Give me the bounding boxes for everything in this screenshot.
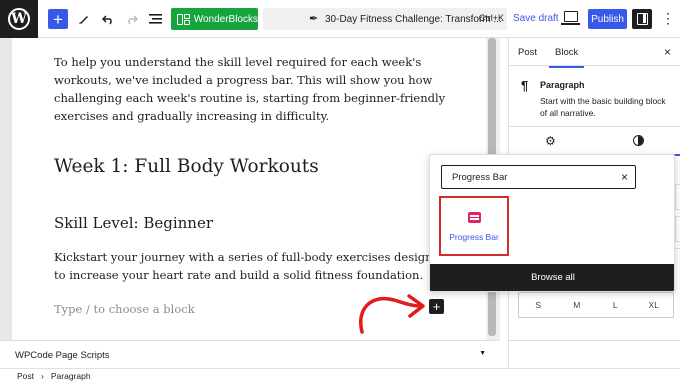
save-draft-button[interactable]: Save draft xyxy=(513,13,559,24)
styles-contrast-icon[interactable] xyxy=(633,135,644,146)
font-size-m[interactable]: M xyxy=(558,293,597,317)
breadcrumb-post[interactable]: Post xyxy=(17,371,34,381)
wonderblocks-button[interactable]: WonderBlocks xyxy=(171,8,258,30)
chevron-down-icon[interactable]: ▼ xyxy=(479,350,486,357)
font-size-s[interactable]: S xyxy=(519,293,558,317)
block-description: Start with the basic building block of a… xyxy=(540,96,666,118)
sidebar-icon xyxy=(637,13,648,25)
preview-device-icon[interactable] xyxy=(561,11,580,25)
settings-toggle-button[interactable] xyxy=(632,9,652,29)
settings-gear-icon[interactable]: ⚙ xyxy=(545,134,556,148)
document-title-bar[interactable]: ✒ 30-Day Fitness Challenge: Transform ..… xyxy=(263,8,507,30)
sidebar-divider xyxy=(509,126,680,127)
document-title: 30-Day Fitness Challenge: Transform ... xyxy=(325,13,502,25)
panel-fragment xyxy=(675,216,680,242)
font-size-xl[interactable]: XL xyxy=(635,293,674,317)
progress-bar-block-item[interactable]: Progress Bar xyxy=(439,196,509,256)
publish-button[interactable]: Publish xyxy=(588,9,627,29)
wpcode-panel-title: WPCode Page Scripts xyxy=(15,350,110,361)
command-shortcut: Ctrl+K xyxy=(478,13,504,23)
panel-fragment xyxy=(675,184,680,210)
block-search-input[interactable]: Progress Bar × xyxy=(441,165,636,189)
font-size-l[interactable]: L xyxy=(596,293,635,317)
undo-icon[interactable] xyxy=(98,9,118,29)
paragraph-icon: ¶ xyxy=(521,78,529,93)
redo-icon[interactable] xyxy=(121,9,141,29)
top-toolbar: W + WonderBlocks ✒ 30-Day Fitness Challe… xyxy=(0,0,680,38)
edit-tool-icon[interactable] xyxy=(74,9,94,29)
options-menu-icon[interactable]: ⋮ xyxy=(661,11,675,25)
wonderblocks-icon xyxy=(177,13,190,25)
font-size-picker: S M L XL xyxy=(518,292,674,318)
sidebar-tabs: Post Block × xyxy=(509,38,680,68)
wpcode-panel[interactable]: WPCode Page Scripts ▼ xyxy=(0,340,500,368)
browse-all-button[interactable]: Browse all xyxy=(430,264,674,291)
editor-area: To help you understand the skill level r… xyxy=(0,38,500,340)
wonderblocks-label: WonderBlocks xyxy=(193,13,258,25)
block-inserter-popover: Progress Bar × Progress Bar Browse all xyxy=(429,154,675,292)
progress-bar-icon xyxy=(467,212,481,223)
progress-bar-label: Progress Bar xyxy=(449,232,499,242)
inline-add-block-button[interactable]: + xyxy=(429,299,444,314)
red-arrow-annotation xyxy=(359,294,425,334)
block-name: Paragraph xyxy=(540,80,585,90)
document-overview-icon[interactable] xyxy=(145,9,165,29)
wordpress-logo-button[interactable]: W xyxy=(0,0,38,38)
feather-icon: ✒ xyxy=(309,13,319,25)
close-sidebar-icon[interactable]: × xyxy=(664,45,671,59)
wordpress-logo-icon: W xyxy=(8,8,30,30)
breadcrumb-paragraph[interactable]: Paragraph xyxy=(51,371,91,381)
sidebar-bottom xyxy=(508,340,680,368)
clear-search-icon[interactable]: × xyxy=(621,170,628,184)
breadcrumb-separator: › xyxy=(41,370,44,381)
breadcrumb: Post › Paragraph xyxy=(0,368,680,382)
tab-block[interactable]: Block xyxy=(548,47,585,68)
add-block-button[interactable]: + xyxy=(48,9,68,29)
block-search-value: Progress Bar xyxy=(452,171,508,183)
tab-post[interactable]: Post xyxy=(518,47,537,58)
